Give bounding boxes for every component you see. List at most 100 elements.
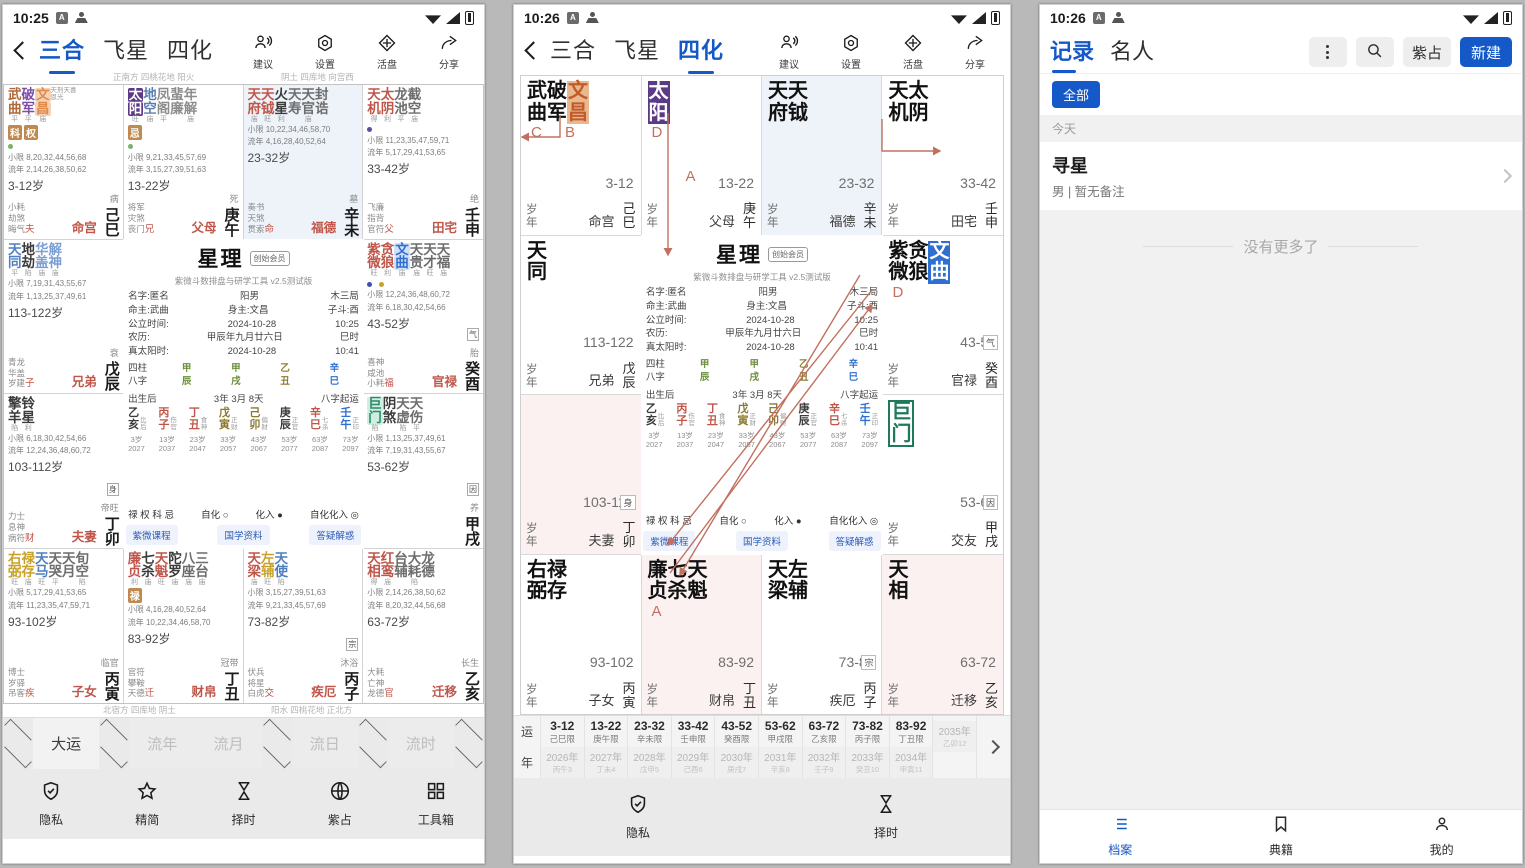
back-button[interactable] (9, 37, 31, 65)
chart-cell-6[interactable]: 103-112岁年夫妻丁卯身 (521, 395, 641, 555)
zizhan-button[interactable]: 紫占 (1403, 37, 1451, 67)
palace-name[interactable]: 迁移 (432, 681, 457, 700)
nav-mine[interactable]: 我的 (1361, 810, 1522, 863)
palace-name[interactable]: 交友 (951, 530, 977, 549)
chart-cell-3[interactable]: 天府庙天钺旺火星利天寿天官庙封诰小限 10,22,34,46,58,70流年 4… (244, 85, 364, 240)
center-link-button[interactable]: 紫微课程 (126, 525, 178, 545)
tab-records[interactable]: 记录 (1050, 34, 1094, 71)
runcell-liushi[interactable]: 流时 (388, 718, 454, 769)
timeline-column[interactable]: 73-82丙子限2033年癸丑10 (845, 716, 889, 778)
nav-archive[interactable]: 档案 (1040, 810, 1201, 863)
chart-cell-1[interactable]: 武曲平破军平文昌庙天刑天喜恩光科权小限 8,20,32,44,56,68流年 2… (4, 85, 124, 240)
nav-hourglass[interactable]: 择时 (195, 780, 291, 828)
runcell-liunian[interactable]: 流年 (129, 718, 195, 769)
suggestion-button[interactable]: 建议 (766, 31, 812, 71)
tab-feixing[interactable]: 飞星 (614, 33, 660, 69)
runcell-dayun[interactable]: 大运 (33, 718, 99, 769)
spin-down[interactable] (99, 744, 129, 770)
spin-down[interactable] (454, 744, 484, 770)
nav-star[interactable]: 精简 (99, 780, 195, 828)
spin-up[interactable] (99, 718, 129, 744)
palace-name[interactable]: 福德 (829, 211, 855, 230)
chart-cell-7[interactable]: 紫微贪狼文曲D43-52岁年官禄癸酉气 (882, 236, 1003, 396)
new-record-button[interactable]: 新建 (1460, 37, 1512, 67)
chart-cell-4[interactable]: 天机得太阴利龙池平截空庙小限 11,23,35,47,59,71流年 5,17,… (363, 85, 483, 240)
chart-cell-8[interactable]: 巨门陷阴煞天虚陷天伤平小限 1,13,25,37,49,61流年 7,19,31… (363, 394, 483, 549)
chart-cell-12[interactable]: 天相63-72岁年迁移乙亥 (882, 555, 1003, 715)
spin-up[interactable] (262, 718, 292, 744)
chart-cell-6[interactable]: 擎羊陷铃星利小限 6,18,30,42,54,66流年 12,24,36,48,… (4, 394, 124, 549)
spinner-dayun[interactable] (3, 718, 33, 769)
tab-sihua[interactable]: 四化 (167, 33, 213, 69)
chart-cell-9[interactable]: 右弼禄存93-102岁年子女丙寅 (521, 555, 641, 715)
chart-cell-7[interactable]: 紫微旺贪狼利文曲庙天贵庙天才旺天福庙小限 12,24,36,48,60,72流年… (363, 240, 483, 395)
palace-name[interactable]: 父母 (191, 217, 216, 236)
chart-cell-10[interactable]: 廉贞利七杀庙天魁旺陀罗庙八座庙三台庙禄小限 4,16,28,40,52,64流年… (124, 549, 244, 704)
chart-cell-2[interactable]: 太阳旺地空庙凤阁平蜚廉年解庙忌小限 9,21,33,45,57,69流年 3,1… (124, 85, 244, 240)
timeline-column[interactable]: 63-72乙亥限2032年壬子9 (802, 716, 846, 778)
spin-up[interactable] (3, 718, 33, 744)
spin-down[interactable] (262, 744, 292, 770)
share-button[interactable]: 分享 (426, 31, 472, 71)
palace-name[interactable]: 命宫 (588, 211, 614, 230)
palace-name[interactable]: 父母 (709, 211, 735, 230)
palace-name[interactable]: 夫妻 (72, 526, 97, 545)
spinner-liunian[interactable] (99, 718, 129, 769)
spin-down[interactable] (358, 744, 388, 770)
settings-button[interactable]: 设置 (302, 31, 348, 71)
palace-name[interactable]: 田宅 (432, 217, 457, 236)
timeline-column[interactable]: 3-12己巳限2026年丙午3 (540, 716, 584, 778)
center-link-button[interactable]: 国学资料 (736, 531, 788, 551)
settings-button[interactable]: 设置 (828, 31, 874, 71)
chart-cell-5[interactable]: 天同113-122岁年兄弟戊辰 (521, 236, 641, 396)
chart-cell-11[interactable]: 天梁左辅73-82岁年疾厄丙子宗 (762, 555, 882, 715)
timeline-column[interactable]: 53-62甲戌限2031年辛亥8 (758, 716, 802, 778)
more-menu-button[interactable] (1309, 37, 1347, 67)
chart-cell-10[interactable]: 廉贞七杀天魁A83-92岁年财帛丁丑 (642, 555, 762, 715)
runcell-liuri[interactable]: 流日 (292, 718, 358, 769)
nav-shield-check[interactable]: 隐私 (3, 780, 99, 828)
nav-globe[interactable]: 紫占 (292, 780, 388, 828)
nav-hourglass[interactable]: 择时 (762, 793, 1010, 841)
tab-feixing[interactable]: 飞星 (103, 33, 149, 69)
chart-cell-2[interactable]: 太阳DA13-22岁年父母庚午 (642, 76, 762, 236)
nav-shield-check[interactable]: 隐私 (514, 793, 762, 841)
live-chart-button[interactable]: 活盘 (890, 31, 936, 71)
nav-grid[interactable]: 工具箱 (388, 780, 484, 828)
spin-up[interactable] (358, 718, 388, 744)
palace-name[interactable]: 财帛 (709, 690, 735, 709)
palace-name[interactable]: 兄弟 (588, 370, 614, 389)
timeline-next-button[interactable] (976, 716, 1010, 778)
palace-name[interactable]: 疾厄 (311, 681, 336, 700)
chart-cell-11[interactable]: 天梁庙左辅旺天使陷小限 3,15,27,39,51,63流年 9,21,33,4… (244, 549, 364, 704)
timeline-column[interactable]: 2035年乙卯12 (932, 716, 976, 778)
tab-celebrities[interactable]: 名人 (1110, 34, 1154, 71)
palace-name[interactable]: 兄弟 (72, 371, 97, 390)
center-link-button[interactable]: 紫微课程 (643, 531, 695, 551)
palace-name[interactable]: 命宫 (72, 217, 97, 236)
timeline-column[interactable]: 43-52癸酉限2030年庚戌7 (714, 716, 758, 778)
filter-chip-all[interactable]: 全部 (1052, 81, 1100, 108)
chart-cell-8[interactable]: 巨门53-62岁年交友甲戌因 (882, 395, 1003, 555)
list-item[interactable]: 寻星 男 | 暂无备注 (1040, 142, 1522, 210)
nav-classics[interactable]: 典籍 (1201, 810, 1362, 863)
tab-sanhe[interactable]: 三合 (550, 33, 596, 69)
spinner-liushi[interactable] (358, 718, 388, 769)
suggestion-button[interactable]: 建议 (240, 31, 286, 71)
spinner-liuri[interactable] (262, 718, 292, 769)
palace-name[interactable]: 田宅 (951, 211, 977, 230)
palace-name[interactable]: 官禄 (432, 371, 457, 390)
timeline-column[interactable]: 23-32辛未限2028年戊申5 (627, 716, 671, 778)
chart-cell-3[interactable]: 天府天钺23-32岁年福德辛未 (762, 76, 882, 236)
spin-down[interactable] (3, 744, 33, 770)
spin-up[interactable] (454, 718, 484, 744)
timeline-column[interactable]: 83-92丁丑限2034年甲寅11 (889, 716, 933, 778)
palace-name[interactable]: 夫妻 (588, 530, 614, 549)
chart-cell-4[interactable]: 天机太阴33-42岁年田宅壬申 (882, 76, 1003, 236)
chart-cell-1[interactable]: 武曲破军文昌CB3-12岁年命宫己巳 (521, 76, 641, 236)
live-chart-button[interactable]: 活盘 (364, 31, 410, 71)
spinner-end[interactable] (454, 718, 484, 769)
timeline-column[interactable]: 33-42壬申限2029年己酉6 (671, 716, 715, 778)
palace-name[interactable]: 迁移 (951, 690, 977, 709)
runcell-liuyue[interactable]: 流月 (195, 718, 261, 769)
